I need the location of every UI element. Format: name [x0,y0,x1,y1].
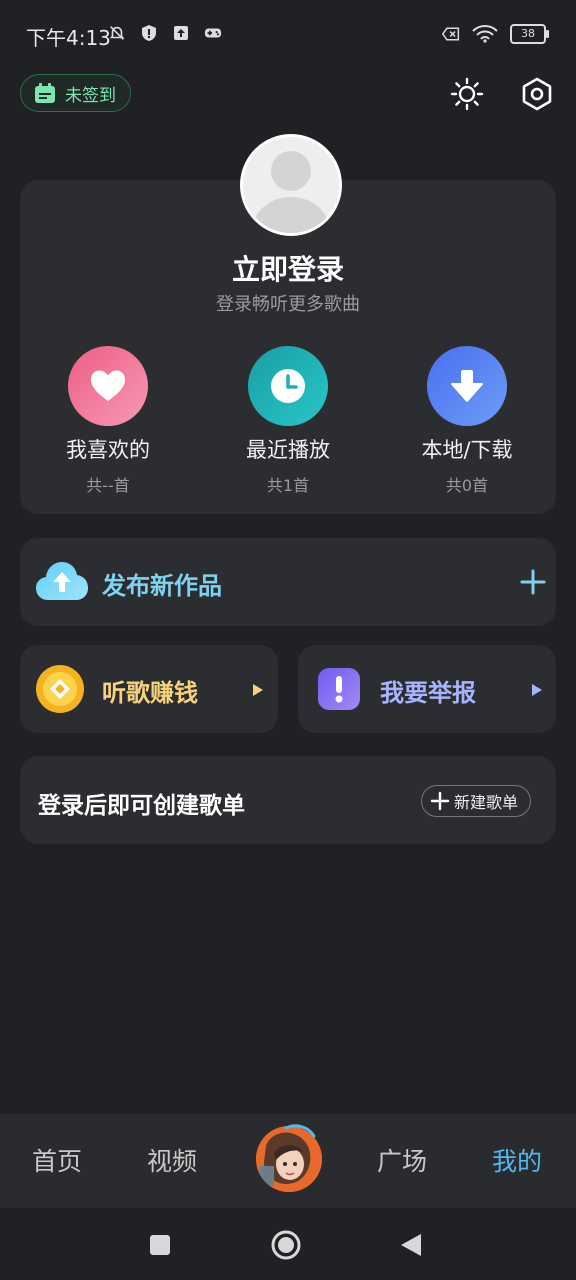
quick-action-count: 共--首 [86,476,130,495]
upload-box-icon [172,24,190,42]
heart-icon [68,346,148,426]
status-bar: 下午4:13 38 [0,0,576,70]
cloud-upload-icon [34,558,90,608]
theme-sun-icon[interactable] [447,74,487,114]
tab-home[interactable]: 首页 [32,1142,82,1178]
play-arrow-icon [252,682,264,701]
quick-action-count: 共0首 [445,476,489,495]
playlist-hint: 登录后即可创建歌单 [38,793,245,819]
quick-action-recent[interactable]: 最近播放 共1首 [198,346,378,496]
quick-action-label: 最近播放 [246,438,330,462]
shield-icon [140,24,158,42]
wifi-icon [472,25,498,43]
home-icon[interactable] [270,1229,302,1265]
gamepad-icon [204,24,222,42]
plus-icon [430,791,450,811]
status-time: 下午4:13 [26,26,111,50]
settings-icon[interactable] [517,74,557,114]
exclamation-icon [317,667,361,715]
quick-action-liked[interactable]: 我喜欢的 共--首 [18,346,198,496]
report-label: 我要举报 [380,679,476,707]
play-arrow-icon [531,682,543,701]
tab-video[interactable]: 视频 [147,1142,197,1178]
recent-apps-icon[interactable] [149,1234,171,1260]
login-subtitle: 登录畅听更多歌曲 [216,294,360,315]
download-icon [427,346,507,426]
tab-mine[interactable]: 我的 [492,1142,542,1178]
checkin-button[interactable]: 未签到 [20,74,131,112]
battery-indicator: 38 [510,24,549,44]
avatar[interactable] [240,134,342,236]
publish-card[interactable] [20,538,556,626]
new-playlist-label: 新建歌单 [454,793,519,812]
sim-off-icon [442,25,460,43]
progress-arc-icon [278,1118,318,1142]
add-icon[interactable] [519,568,547,600]
quick-action-count: 共1首 [266,476,310,495]
back-icon[interactable] [400,1233,422,1261]
quick-action-label: 我喜欢的 [66,438,150,462]
earn-money-label: 听歌赚钱 [102,679,198,707]
tab-square[interactable]: 广场 [377,1142,427,1178]
publish-label: 发布新作品 [102,572,222,600]
calendar-icon [33,82,57,104]
checkin-label: 未签到 [65,85,116,106]
clock-icon [248,346,328,426]
bell-muted-icon [108,24,126,42]
new-playlist-button[interactable]: 新建歌单 [421,785,532,817]
quick-action-label: 本地/下载 [421,438,513,462]
quick-action-download[interactable]: 本地/下载 共0首 [377,346,557,496]
login-title[interactable]: 立即登录 [0,248,576,288]
coin-icon [35,664,85,718]
